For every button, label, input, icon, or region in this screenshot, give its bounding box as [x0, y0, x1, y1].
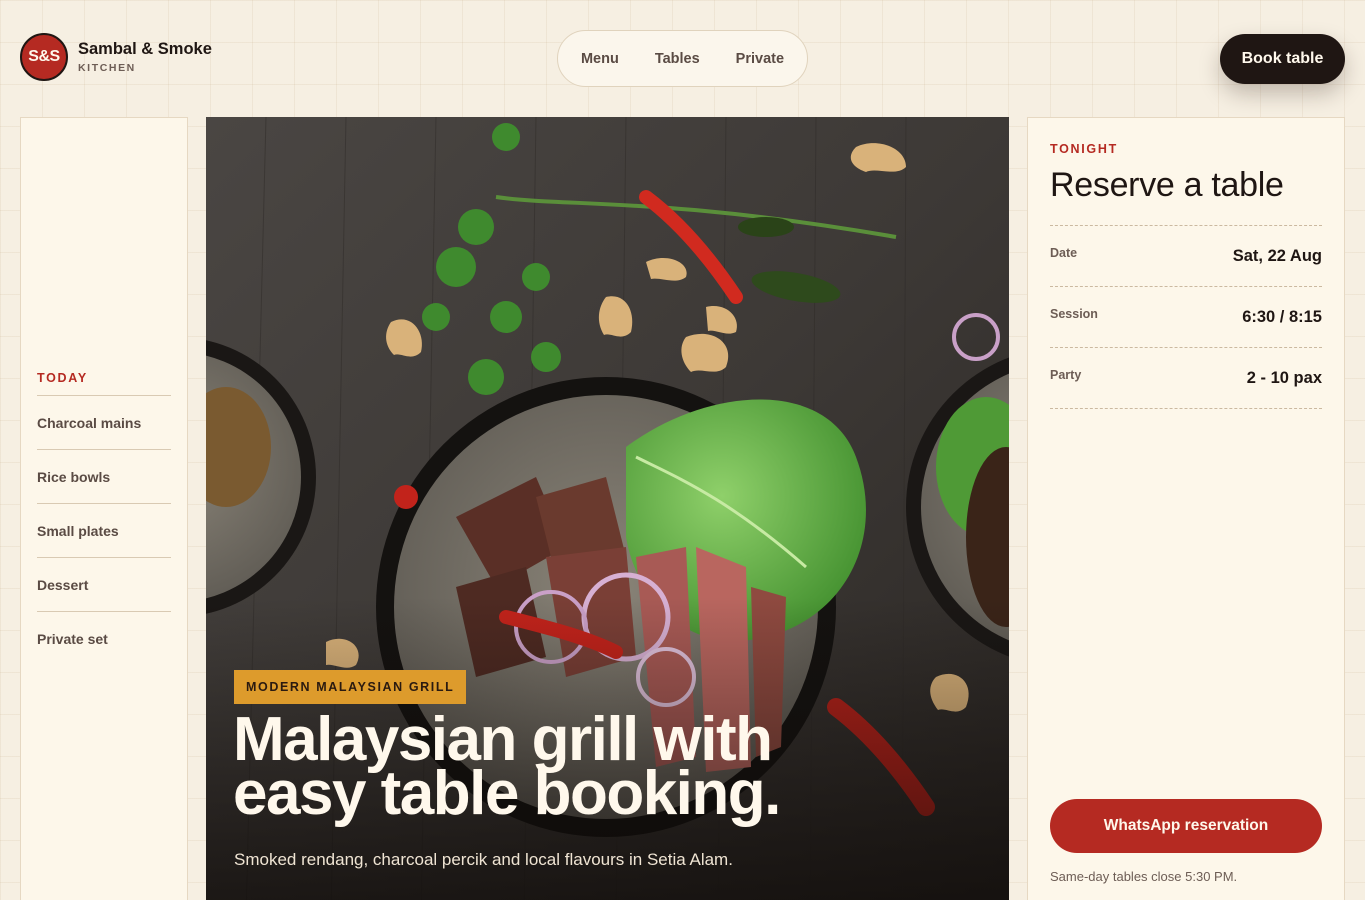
- main-nav: Menu Tables Private: [557, 30, 808, 87]
- brand-logo-badge: S&S: [20, 33, 68, 81]
- brand-name: Sambal & Smoke: [78, 40, 212, 58]
- reservation-details: Date Sat, 22 Aug Session 6:30 / 8:15 Par…: [1050, 225, 1322, 409]
- category-list: Charcoal mains Rice bowls Small plates D…: [37, 395, 171, 665]
- reservation-panel: TONIGHT Reserve a table Date Sat, 22 Aug…: [1027, 117, 1345, 900]
- nav-item-menu[interactable]: Menu: [581, 51, 619, 67]
- hero-title-line-2: easy table booking.: [233, 759, 781, 828]
- whatsapp-reservation-button[interactable]: WhatsApp reservation: [1050, 799, 1322, 853]
- session-label: Session: [1050, 307, 1098, 321]
- brand-text: Sambal & Smoke KITCHEN: [78, 40, 212, 74]
- nav-item-private[interactable]: Private: [736, 51, 784, 67]
- sidebar-item-charcoal-mains[interactable]: Charcoal mains: [37, 395, 171, 449]
- session-value: 6:30 / 8:15: [1242, 307, 1322, 326]
- sidebar-item-dessert[interactable]: Dessert: [37, 557, 171, 611]
- date-label: Date: [1050, 246, 1078, 260]
- brand[interactable]: S&S Sambal & Smoke KITCHEN: [20, 33, 212, 81]
- date-value: Sat, 22 Aug: [1232, 246, 1322, 265]
- party-label: Party: [1050, 368, 1082, 382]
- party-row[interactable]: Party 2 - 10 pax: [1050, 348, 1322, 409]
- sidebar-item-private-set[interactable]: Private set: [37, 611, 171, 665]
- reservation-eyebrow: TONIGHT: [1050, 142, 1118, 156]
- date-row[interactable]: Date Sat, 22 Aug: [1050, 226, 1322, 287]
- hero-title: Malaysian grill with easy table booking.: [233, 709, 953, 828]
- book-table-button[interactable]: Book table: [1220, 34, 1345, 84]
- sidebar-heading: TODAY: [37, 371, 88, 385]
- hero: MODERN MALAYSIAN GRILL Malaysian grill w…: [206, 117, 1009, 900]
- nav-item-tables[interactable]: Tables: [655, 51, 700, 67]
- hero-subtitle: Smoked rendang, charcoal percik and loca…: [234, 850, 733, 869]
- brand-subtitle: KITCHEN: [78, 62, 136, 74]
- reservation-title: Reserve a table: [1050, 166, 1284, 204]
- sidebar-item-small-plates[interactable]: Small plates: [37, 503, 171, 557]
- hero-tag: MODERN MALAYSIAN GRILL: [234, 670, 467, 704]
- menu-sidebar: TODAY Charcoal mains Rice bowls Small pl…: [20, 117, 188, 900]
- party-value: 2 - 10 pax: [1246, 368, 1322, 387]
- session-row[interactable]: Session 6:30 / 8:15: [1050, 287, 1322, 348]
- reservation-note: Same-day tables close 5:30 PM.: [1050, 869, 1238, 884]
- sidebar-item-rice-bowls[interactable]: Rice bowls: [37, 449, 171, 503]
